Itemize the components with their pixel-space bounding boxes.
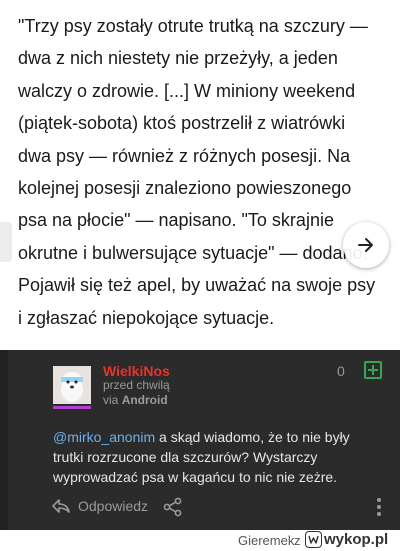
dog-avatar-icon <box>53 366 91 404</box>
more-vertical-icon <box>377 498 381 516</box>
wykop-logo-icon <box>305 531 322 548</box>
mention-link[interactable]: @mirko_anonim <box>53 429 155 445</box>
footer-separator: z <box>294 533 301 548</box>
vote-count: 0 <box>337 363 345 379</box>
reply-button[interactable]: Odpowiedz <box>52 498 148 514</box>
comment-username[interactable]: WielkiNos <box>103 363 170 379</box>
article-quote: "Trzy psy zostały otrute trutką na szczu… <box>18 16 376 328</box>
comment-body: @mirko_anonim a skąd wiadomo, że to nie … <box>53 427 383 487</box>
prev-tab[interactable] <box>0 222 12 262</box>
share-button[interactable] <box>163 497 183 522</box>
via-prefix: via <box>103 393 119 407</box>
reply-label: Odpowiedz <box>78 498 149 514</box>
comment-card: WielkiNos przed chwilą via Android 0 @mi… <box>0 350 400 530</box>
thread-strip <box>0 350 8 530</box>
next-arrow-button[interactable] <box>343 222 389 268</box>
wykop-logo-text: wykop.pl <box>324 531 389 548</box>
share-icon <box>163 497 182 517</box>
wykop-logo: wykop.pl <box>305 531 388 548</box>
via-app: Android <box>121 393 168 407</box>
more-options-button[interactable] <box>375 497 383 522</box>
reply-icon <box>52 499 70 513</box>
user-color-bar <box>53 406 91 409</box>
arrow-right-icon <box>358 238 373 252</box>
avatar[interactable] <box>53 366 91 404</box>
footer-username: Gieremek <box>238 533 295 548</box>
plus-icon <box>368 365 378 375</box>
comment-time: przed chwilą <box>103 378 170 392</box>
comment-via: via Android <box>103 393 168 407</box>
upvote-button[interactable] <box>364 361 382 379</box>
article-section: "Trzy psy zostały otrute trutką na szczu… <box>0 0 400 350</box>
watermark-footer: Gieremek z wykop.pl <box>0 530 400 551</box>
